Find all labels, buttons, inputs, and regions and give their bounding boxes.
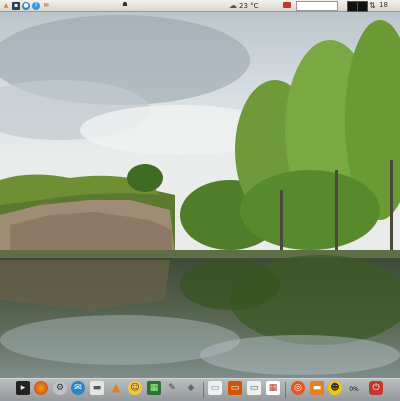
calendar-icon[interactable]: ▭ [228,381,242,395]
screen-icon[interactable]: ▭ [247,381,261,395]
photo-viewer-icon[interactable]: ▭ [208,381,222,395]
grid-icon[interactable]: ▦ [266,381,280,395]
settings-icon[interactable]: ⚙ [53,381,67,395]
dock-separator [285,382,286,398]
weather-applet[interactable]: ☁ 23 °C [229,0,259,11]
dock-separator [203,382,204,398]
vlc-icon[interactable]: ▲ [109,381,123,395]
battery-indicator[interactable]: 0% [345,385,363,395]
ubuntu-icon[interactable]: ◎ [291,381,305,395]
chat-icon[interactable]: ✎ [165,381,179,395]
power-icon[interactable]: ⏻ [369,381,383,395]
cloudy-sun-icon: ☁ [229,1,237,10]
browser-icon[interactable]: ● [22,1,30,10]
desktop-wallpaper [0,0,400,400]
tux-icon[interactable]: ☗ [121,1,129,9]
terminal-icon[interactable]: ▸ [16,381,30,395]
emoticon-icon[interactable]: ☻ [328,381,342,395]
firefox-icon[interactable] [34,381,48,395]
workspace-2[interactable] [357,1,368,12]
folder-icon[interactable]: ▬ [90,381,104,395]
wifi-icon[interactable]: ⇅ [369,1,376,10]
search-input[interactable] [296,1,338,11]
clock[interactable]: 18 [379,0,388,11]
system-monitor-icon[interactable]: ▦ [147,381,161,395]
top-panel: ▲ ▪ ● ? ✉ ☗ ☁ 23 °C ⇅ 18 [0,0,400,12]
package-icon[interactable]: ◆ [184,381,198,395]
dock: ▸ ⚙ ✉ ▬ ▲ ☺ ▦ ✎ ◆ ▭ ▭ ▭ ▦ ◎ ▬ ☻ 0% ⏻ [0,378,400,401]
terminal-icon[interactable]: ▪ [12,1,20,10]
files-icon[interactable]: ▬ [310,381,324,395]
mail-icon[interactable] [283,2,291,8]
smiley-icon[interactable]: ☺ [128,381,142,395]
thunderbird-icon[interactable]: ✉ [71,381,85,395]
temperature-label: 23 °C [239,1,259,10]
help-icon[interactable]: ? [32,1,40,10]
network-icon[interactable]: ✉ [42,2,50,10]
home-icon[interactable]: ▲ [2,2,10,10]
